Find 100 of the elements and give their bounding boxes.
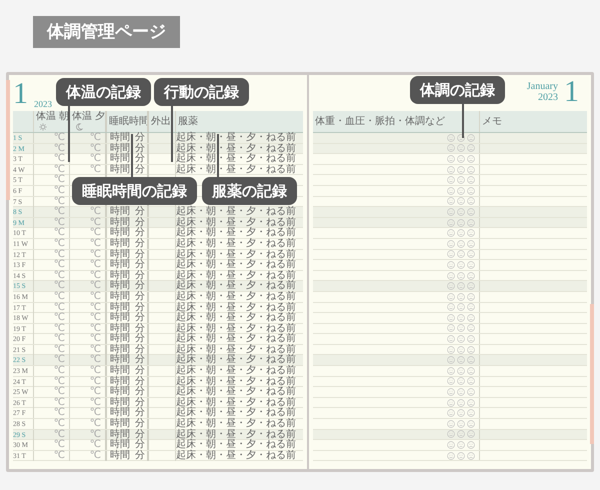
sad-face-icon bbox=[467, 452, 475, 460]
table-cell: ℃ bbox=[69, 164, 105, 175]
leader-line bbox=[131, 134, 133, 177]
smiling-face-icon bbox=[447, 346, 455, 354]
table-cell: ℃ bbox=[33, 334, 69, 344]
table-cell: 時間 bbox=[105, 376, 133, 387]
neutral-face-icon bbox=[457, 420, 465, 428]
table-cell: 時間 bbox=[105, 324, 133, 334]
page-heading: 体調管理ページ bbox=[33, 16, 180, 48]
table-cell: ℃ bbox=[33, 324, 69, 334]
table-cell-text: 分 bbox=[134, 260, 146, 270]
table-cell: ℃ bbox=[69, 334, 105, 344]
table-cell: 起床・朝・昼・夕・ねる前 bbox=[175, 450, 299, 461]
neutral-face-icon bbox=[457, 272, 465, 280]
smiling-face-icon bbox=[447, 441, 455, 450]
neutral-face-icon bbox=[457, 282, 465, 290]
sad-face-icon bbox=[467, 186, 475, 195]
table-cell: 時間 bbox=[105, 450, 133, 461]
sad-face-icon bbox=[467, 398, 475, 407]
table-cell: 起床・朝・昼・夕・ねる前 bbox=[175, 398, 299, 408]
table-cell: 起床・朝・昼・夕・ねる前 bbox=[175, 376, 299, 387]
table-cell: 時間 bbox=[105, 281, 133, 292]
table-cell-text: 分 bbox=[134, 270, 146, 281]
sad-face-icon bbox=[467, 324, 475, 332]
table-cell: 時間 bbox=[105, 238, 133, 249]
table-cell: ℃ bbox=[69, 292, 105, 302]
column-header: 体温 朝 bbox=[36, 112, 70, 122]
smiling-face-icon bbox=[447, 366, 455, 375]
table-cell: ℃ bbox=[33, 218, 69, 228]
table-cell: 起床・朝・昼・夕・ねる前 bbox=[175, 430, 299, 440]
table-cell: ℃ bbox=[33, 440, 69, 450]
table-cell: ℃ bbox=[33, 186, 69, 196]
neutral-face-icon bbox=[457, 240, 465, 248]
table-cell: 起床・朝・昼・夕・ねる前 bbox=[175, 218, 299, 228]
table-cell: ℃ bbox=[33, 207, 69, 218]
table-cell: 時間 bbox=[105, 218, 133, 228]
smiling-face-icon bbox=[447, 208, 455, 216]
leader-line bbox=[217, 134, 219, 177]
neutral-face-icon bbox=[457, 409, 465, 418]
smiling-face-icon bbox=[447, 388, 455, 396]
table-cell: 時間 bbox=[105, 260, 133, 270]
neutral-face-icon bbox=[457, 229, 465, 238]
neutral-face-icon bbox=[457, 346, 465, 354]
table-cell: 時間 bbox=[105, 408, 133, 418]
table-cell: 時間 bbox=[105, 440, 133, 450]
table-cell: ℃ bbox=[33, 408, 69, 418]
table-cell: 時間 bbox=[105, 387, 133, 398]
neutral-face-icon bbox=[457, 134, 465, 142]
table-cell: ℃ bbox=[69, 238, 105, 249]
smiling-face-icon bbox=[447, 409, 455, 418]
smiling-face-icon bbox=[447, 292, 455, 301]
table-cell-text: 分 bbox=[134, 366, 146, 376]
sad-face-icon bbox=[467, 282, 475, 290]
neutral-face-icon bbox=[457, 303, 465, 312]
table-cell: ℃ bbox=[69, 324, 105, 334]
table-cell: ℃ bbox=[69, 450, 105, 461]
neutral-face-icon bbox=[457, 260, 465, 269]
table-cell-text: 分 bbox=[134, 292, 146, 302]
table-cell: ℃ bbox=[69, 440, 105, 450]
table-cell: ℃ bbox=[33, 292, 69, 302]
sad-face-icon bbox=[467, 303, 475, 312]
smiling-face-icon bbox=[447, 186, 455, 195]
neutral-face-icon bbox=[457, 388, 465, 396]
table-cell: ℃ bbox=[33, 250, 69, 260]
table-cell: 起床・朝・昼・夕・ねる前 bbox=[175, 281, 299, 292]
table-cell: ℃ bbox=[33, 398, 69, 408]
neutral-face-icon bbox=[457, 176, 465, 184]
neutral-face-icon bbox=[457, 197, 465, 206]
neutral-face-icon bbox=[457, 186, 465, 195]
table-cell: ℃ bbox=[33, 430, 69, 440]
smiling-face-icon bbox=[447, 452, 455, 460]
table-cell: ℃ bbox=[69, 355, 105, 366]
table-cell: ℃ bbox=[69, 250, 105, 260]
table-cell: ℃ bbox=[33, 175, 69, 186]
table-cell: 起床・朝・昼・夕・ねる前 bbox=[175, 207, 299, 218]
table-cell: 起床・朝・昼・夕・ねる前 bbox=[175, 419, 299, 430]
smiling-face-icon bbox=[447, 176, 455, 184]
table-cell: 起床・朝・昼・夕・ねる前 bbox=[175, 334, 299, 344]
sad-face-icon bbox=[467, 388, 475, 396]
table-cell-text: 分 bbox=[134, 419, 146, 430]
table-cell: ℃ bbox=[69, 408, 105, 418]
sad-face-icon bbox=[467, 292, 475, 301]
table-cell: ℃ bbox=[33, 281, 69, 292]
table-cell: 起床・朝・昼・夕・ねる前 bbox=[175, 292, 299, 302]
leader-line bbox=[171, 106, 173, 162]
smiling-face-icon bbox=[447, 272, 455, 280]
neutral-face-icon bbox=[457, 377, 465, 386]
month-number: 1 bbox=[564, 77, 579, 107]
table-cell: 起床・朝・昼・夕・ねる前 bbox=[175, 250, 299, 260]
table-cell: ℃ bbox=[33, 355, 69, 366]
table-cell: 時間 bbox=[105, 355, 133, 366]
table-cell-text: 分 bbox=[134, 302, 146, 312]
table-cell: 時間 bbox=[105, 313, 133, 324]
table-cell: ℃ bbox=[69, 228, 105, 238]
smiling-face-icon bbox=[447, 260, 455, 269]
sad-face-icon bbox=[467, 260, 475, 269]
column-header: メモ bbox=[479, 111, 587, 132]
table-cell: ℃ bbox=[33, 387, 69, 398]
table-cell: ℃ bbox=[69, 419, 105, 430]
sad-face-icon bbox=[467, 441, 475, 450]
